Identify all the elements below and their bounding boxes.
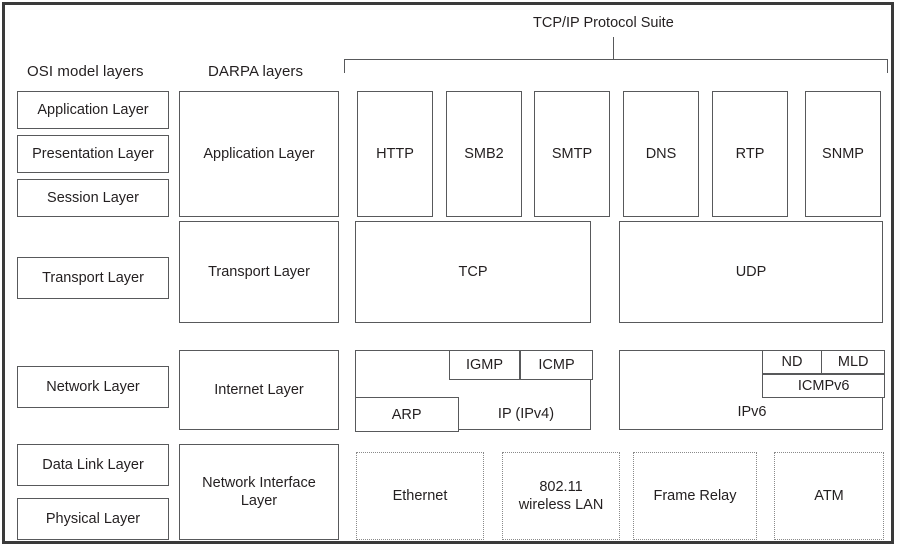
network-tech-label: Frame Relay (653, 487, 737, 504)
protocol-label: RTP (735, 145, 765, 162)
internet-ipv4-group: IGMP ICMP ARP IP (IPv4) (354, 349, 594, 433)
darpa-column-header: DARPA layers (208, 63, 304, 80)
protocol-box-snmp[interactable]: SNMP (805, 91, 881, 217)
protocol-label: HTTP (376, 145, 414, 162)
protocol-label: SMB2 (464, 145, 504, 162)
network-tech-label: Ethernet (392, 487, 448, 504)
protocol-label: SNMP (822, 145, 864, 162)
protocol-label: SMTP (551, 145, 593, 162)
protocol-box-smb2[interactable]: SMB2 (446, 91, 522, 217)
protocol-box-icmp[interactable]: ICMP (519, 349, 594, 380)
protocol-label: IP (IPv4) (497, 405, 555, 422)
protocol-box-http[interactable]: HTTP (357, 91, 433, 217)
protocol-label: ARP (391, 406, 422, 423)
darpa-layer-label: Transport Layer (208, 263, 310, 280)
darpa-layer-label: Internet Layer (214, 381, 304, 398)
protocol-label: MLD (837, 353, 869, 370)
protocol-label: IPv6 (737, 403, 767, 420)
protocol-label: IGMP (465, 356, 504, 373)
protocol-box-arp[interactable]: ARP (354, 397, 459, 433)
network-tech-label: 802.11 wireless LAN (518, 478, 604, 513)
osi-layer-physical[interactable]: Physical Layer (17, 498, 169, 540)
protocol-label-ipv4: IP (IPv4) (460, 397, 592, 431)
darpa-layer-label: Network Interface Layer (202, 474, 316, 509)
osi-layer-label: Data Link Layer (42, 456, 144, 473)
osi-layer-label: Presentation Layer (32, 145, 154, 162)
protocol-label: TCP (458, 263, 488, 280)
network-tech-ethernet[interactable]: Ethernet (356, 452, 484, 540)
diagram-frame: TCP/IP Protocol Suite OSI model layers D… (2, 2, 894, 544)
protocol-label-ipv6: IPv6 (620, 395, 884, 429)
darpa-layer-internet[interactable]: Internet Layer (179, 350, 339, 430)
osi-layer-transport[interactable]: Transport Layer (17, 257, 169, 299)
protocol-label: ICMP (538, 356, 575, 373)
protocol-box-mld[interactable]: MLD (821, 349, 886, 374)
protocol-box-icmpv6[interactable]: ICMPv6 (762, 373, 886, 398)
internet-ipv6-group: ND MLD ICMPv6 IPv6 (619, 349, 886, 430)
network-tech-frame-relay[interactable]: Frame Relay (633, 452, 757, 540)
osi-column-header: OSI model layers (27, 63, 144, 80)
osi-layer-label: Network Layer (46, 378, 140, 395)
osi-layer-presentation[interactable]: Presentation Layer (17, 135, 169, 173)
protocol-box-nd[interactable]: ND (762, 349, 822, 374)
darpa-layer-application[interactable]: Application Layer (179, 91, 339, 217)
darpa-layer-transport[interactable]: Transport Layer (179, 221, 339, 323)
tcpip-suite-title: TCP/IP Protocol Suite (533, 15, 674, 31)
protocol-label: DNS (645, 145, 677, 162)
osi-layer-label: Session Layer (47, 189, 139, 206)
network-tech-label: ATM (814, 487, 844, 504)
protocol-label: ND (781, 353, 803, 370)
protocol-label: ICMPv6 (797, 377, 850, 394)
diagram-canvas: TCP/IP Protocol Suite OSI model layers D… (0, 0, 900, 548)
protocol-box-dns[interactable]: DNS (623, 91, 699, 217)
tcpip-suite-bracket (344, 59, 888, 73)
tcpip-suite-stem (613, 37, 615, 59)
osi-layer-network[interactable]: Network Layer (17, 366, 169, 408)
protocol-box-tcp[interactable]: TCP (355, 221, 591, 323)
network-tech-atm[interactable]: ATM (774, 452, 884, 540)
darpa-layer-network-interface[interactable]: Network Interface Layer (179, 444, 339, 540)
osi-layer-data-link[interactable]: Data Link Layer (17, 444, 169, 486)
osi-layer-label: Transport Layer (42, 269, 144, 286)
protocol-box-smtp[interactable]: SMTP (534, 91, 610, 217)
osi-layer-session[interactable]: Session Layer (17, 179, 169, 217)
protocol-box-rtp[interactable]: RTP (712, 91, 788, 217)
darpa-layer-label: Application Layer (203, 145, 315, 162)
protocol-box-igmp[interactable]: IGMP (449, 349, 520, 380)
osi-layer-application[interactable]: Application Layer (17, 91, 169, 129)
protocol-box-udp[interactable]: UDP (619, 221, 883, 323)
protocol-label: UDP (735, 263, 767, 280)
osi-layer-label: Physical Layer (45, 510, 141, 527)
osi-layer-label: Application Layer (37, 101, 149, 118)
network-tech-wireless-lan[interactable]: 802.11 wireless LAN (502, 452, 620, 540)
